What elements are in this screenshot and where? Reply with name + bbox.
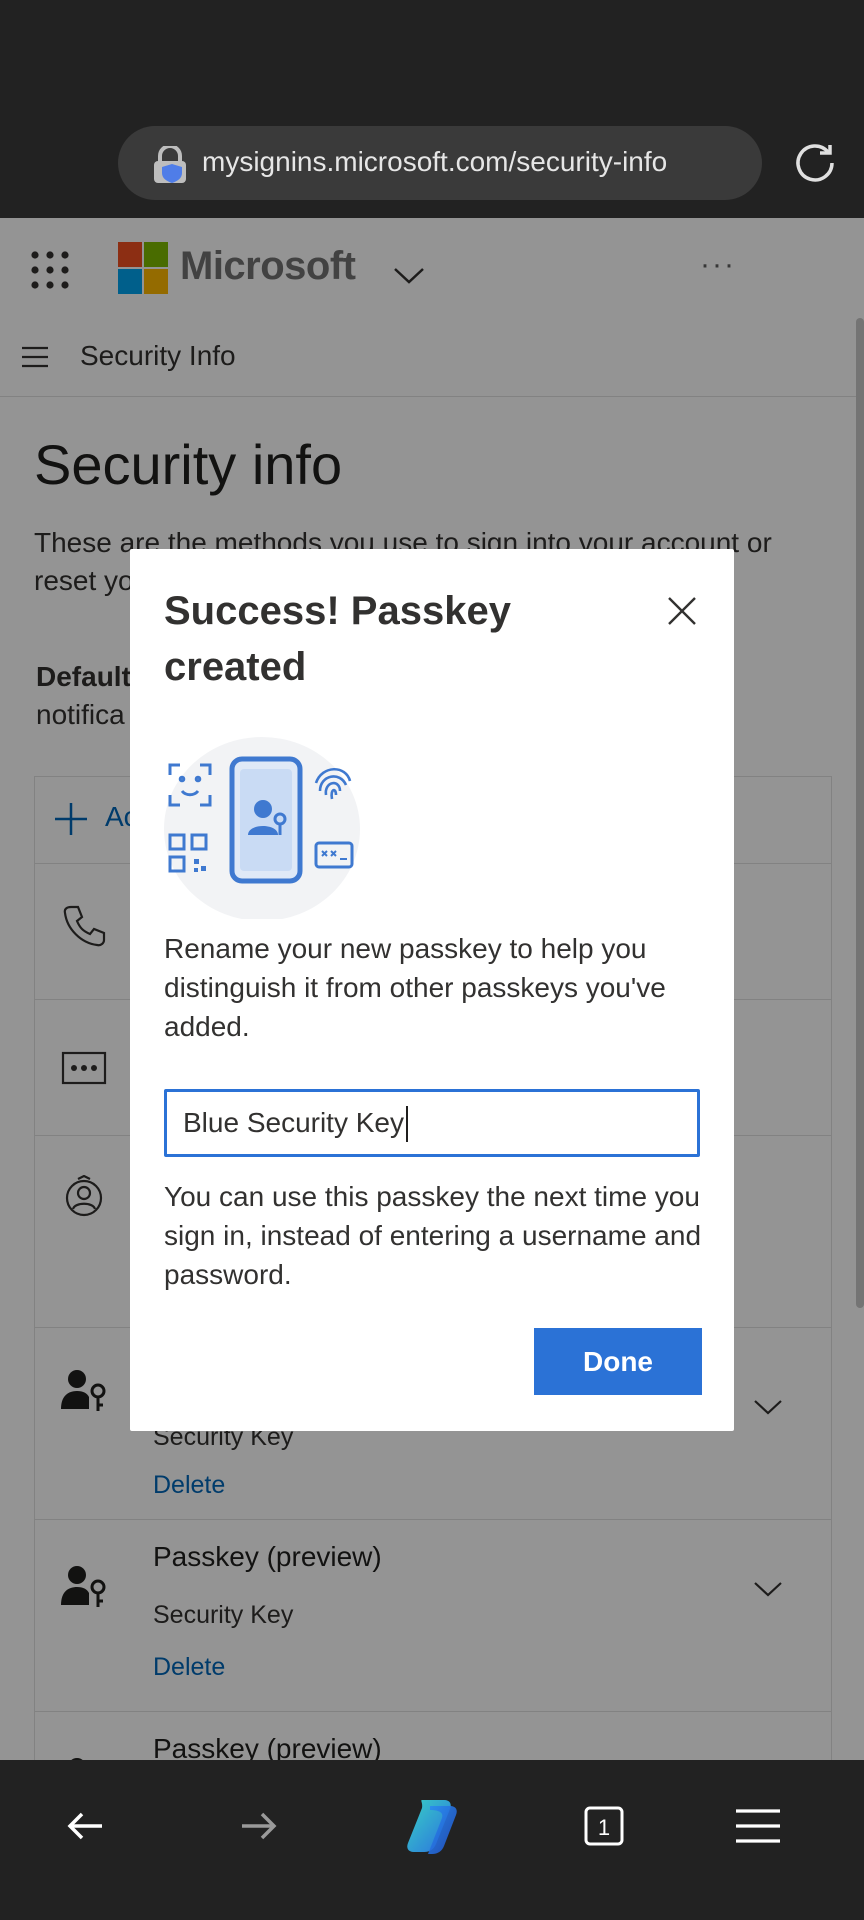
done-button[interactable]: Done [534,1328,702,1395]
passkey-name-field[interactable] [164,1089,700,1157]
dialog-title: Success! Passkey created [164,589,511,689]
site-lock-icon[interactable] [150,146,190,184]
passkey-name-input[interactable] [167,1092,683,1154]
forward-arrow-icon[interactable] [228,1796,288,1856]
passkey-created-dialog: Success! Passkey created Rename your new… [130,549,734,1431]
passkey-illustration-icon [164,737,360,919]
reload-icon[interactable] [792,140,838,186]
address-bar-url: mysignins.microsoft.com/security-info [202,146,668,177]
address-bar[interactable]: mysignins.microsoft.com/security-info [118,126,762,200]
tabs-icon[interactable]: 1 [574,1796,634,1856]
menu-icon[interactable] [728,1796,788,1856]
dialog-intro-text: Rename your new passkey to help you dist… [164,933,666,1042]
close-icon[interactable] [666,595,698,627]
browser-bottom-toolbar: 1 [0,1760,864,1920]
browser-top-bar: mysignins.microsoft.com/security-info [0,0,864,218]
copilot-icon[interactable] [400,1796,460,1856]
tab-count: 1 [598,1815,610,1840]
dialog-info-text: You can use this passkey the next time y… [164,1181,702,1290]
back-arrow-icon[interactable] [56,1796,116,1856]
text-caret [406,1106,408,1142]
